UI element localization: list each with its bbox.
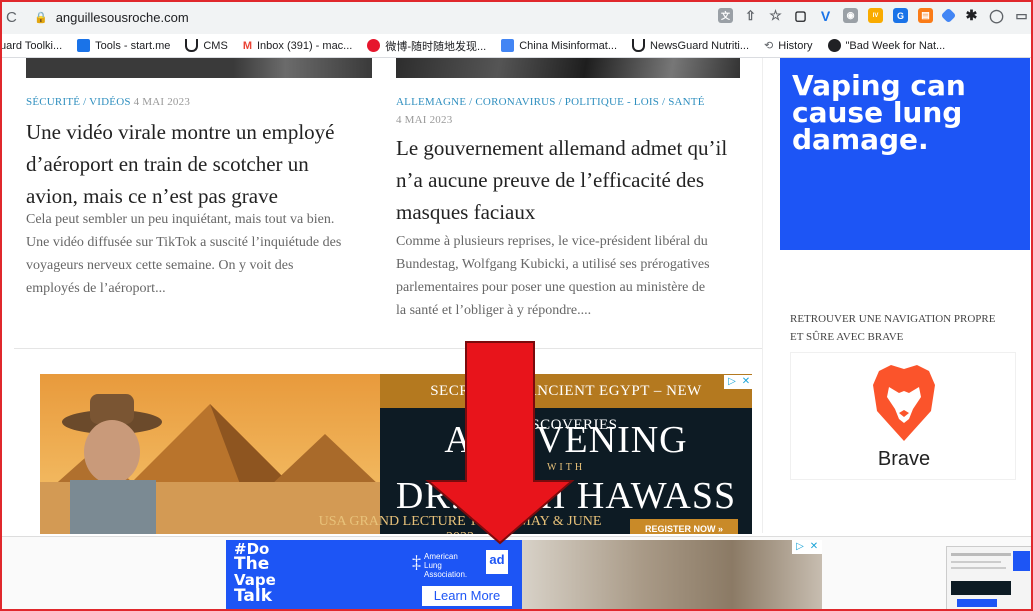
- bookmark-favicon-icon: [77, 39, 91, 52]
- lung-association-cross-icon: ‡: [412, 552, 421, 572]
- sponsor-logo: American Lung Association.: [424, 552, 468, 579]
- reload-icon[interactable]: C: [6, 9, 24, 26]
- category-link[interactable]: POLITIQUE - LOIS: [565, 96, 659, 108]
- bookmark-item[interactable]: M Inbox (391) - mac...: [243, 40, 353, 52]
- shield-icon: [185, 39, 199, 52]
- ad-line: USA GRAND LECTURE TOUR · MAY & JUNE 2023: [318, 514, 602, 534]
- category-link[interactable]: ALLEMAGNE: [396, 96, 466, 108]
- ad-headline: Vaping can cause lung damage.: [792, 69, 966, 156]
- bookmark-item[interactable]: NewsGuard Nutriti...: [632, 39, 749, 52]
- brave-banner[interactable]: Brave: [790, 352, 1016, 480]
- share-icon[interactable]: ⇧: [743, 8, 758, 23]
- article-date: 4 MAI 2023: [396, 114, 453, 126]
- article-thumbnail[interactable]: [396, 58, 740, 78]
- ad-line: DR. ZAHI HAWASS: [395, 475, 737, 517]
- bookmark-star-icon[interactable]: ☆: [768, 7, 783, 23]
- extension-icons: 文 ⇧ ☆ ▢ V ◉ IV G ▤ ✱ ◯ ▭: [718, 7, 1029, 24]
- sidebar-divider: [762, 58, 763, 533]
- lock-icon[interactable]: 🔒: [34, 11, 48, 24]
- close-ad-icon[interactable]: ✕: [738, 375, 754, 389]
- bookmark-item[interactable]: 微博-随时随地发现...: [367, 38, 486, 54]
- category-link[interactable]: SÉCURITÉ: [26, 96, 80, 108]
- newsguard-shield-icon[interactable]: ▢: [793, 8, 808, 23]
- docs-icon: [501, 39, 515, 52]
- register-now-button[interactable]: REGISTER NOW »: [630, 519, 738, 534]
- bookmark-item[interactable]: CMS: [185, 39, 228, 52]
- camera-icon[interactable]: ◉: [843, 8, 858, 23]
- close-ad-icon[interactable]: ✕: [806, 540, 822, 554]
- gmail-icon: M: [242, 39, 252, 52]
- browser-toolbar: C 🔒 anguillesousroche.com 文 ⇧ ☆ ▢ V ◉ IV…: [0, 0, 1033, 34]
- pyramids-photo: [40, 374, 380, 534]
- category-link[interactable]: CORONAVIRUS: [475, 96, 555, 108]
- article-title[interactable]: Une vidéo virale montre un employé d’aér…: [26, 116, 376, 212]
- article-meta: ALLEMAGNE / CORONAVIRUS / POLITIQUE - LO…: [396, 93, 746, 129]
- brave-wordmark: Brave: [877, 448, 931, 470]
- ad-line: AN EVENING: [444, 419, 688, 461]
- category-link[interactable]: SANTÉ: [668, 96, 704, 108]
- article-meta: SÉCURITÉ / VIDÉOS 4 MAI 2023: [26, 96, 191, 108]
- category-link[interactable]: VIDÉOS: [89, 96, 131, 108]
- extension-orange-icon[interactable]: ▤: [918, 8, 933, 23]
- bookmark-item[interactable]: ⟲ History: [764, 39, 812, 53]
- invid-icon[interactable]: IV: [868, 8, 883, 23]
- article-excerpt: Comme à plusieurs reprises, le vice-prés…: [396, 234, 710, 318]
- profile-icon[interactable]: ◯: [989, 8, 1004, 23]
- extensions-puzzle-icon[interactable]: ✱: [964, 7, 979, 23]
- egypt-banner-ad[interactable]: SECRETS OF ANCIENT EGYPT – NEW DISCOVERI…: [40, 374, 752, 534]
- bookmarks-bar: uard Toolki... Tools - start.me CMS M Inb…: [0, 34, 1033, 58]
- vpn-icon[interactable]: V: [818, 8, 833, 24]
- learn-more-button[interactable]: Learn More: [422, 586, 512, 606]
- article-date: 4 MAI 2023: [133, 96, 191, 108]
- article-thumbnail[interactable]: [26, 58, 372, 78]
- translate-icon[interactable]: 文: [718, 8, 733, 23]
- screenshot-thumbnail[interactable]: [946, 546, 1033, 611]
- address-bar[interactable]: anguillesousroche.com: [56, 10, 189, 25]
- ad-topbar: SECRETS OF ANCIENT EGYPT – NEW DISCOVERI…: [380, 374, 752, 433]
- widget-title: RETROUVER UNE NAVIGATION PROPRE ET SÛRE …: [790, 313, 996, 343]
- bookmark-item[interactable]: "Bad Week for Nat...: [827, 39, 945, 52]
- brave-lion-icon: [873, 365, 935, 441]
- extension-diamond-icon[interactable]: [940, 7, 957, 24]
- article-excerpt: Cela peut sembler un peu inquiétant, mai…: [26, 212, 342, 296]
- side-panel-icon[interactable]: ▭: [1014, 8, 1029, 23]
- ad-council-logo: ad: [486, 550, 508, 574]
- weibo-icon: [367, 39, 381, 52]
- vaping-sidebar-ad[interactable]: Vaping can cause lung damage.: [780, 58, 1030, 250]
- extension-g-icon[interactable]: G: [893, 8, 908, 23]
- bookmark-favicon-icon: [827, 39, 841, 52]
- article-title[interactable]: Le gouvernement allemand admet qu’il n’a…: [396, 132, 756, 228]
- ad-with: WITH: [546, 462, 586, 473]
- ad-hashtag: #Do The Vape Talk: [234, 540, 276, 606]
- bookmark-item[interactable]: Tools - start.me: [77, 39, 170, 52]
- page-content: SÉCURITÉ / VIDÉOS 4 MAI 2023 Une vidéo v…: [0, 58, 1033, 611]
- history-icon: ⟲: [764, 40, 774, 52]
- bookmark-item[interactable]: China Misinformat...: [501, 39, 617, 52]
- vape-talk-ad[interactable]: #Do The Vape Talk ‡ American Lung Associ…: [226, 540, 822, 611]
- section-divider: [14, 348, 762, 349]
- bookmark-item[interactable]: uard Toolki...: [0, 40, 62, 52]
- ad-photo: [522, 540, 822, 611]
- shield-icon: [632, 39, 646, 52]
